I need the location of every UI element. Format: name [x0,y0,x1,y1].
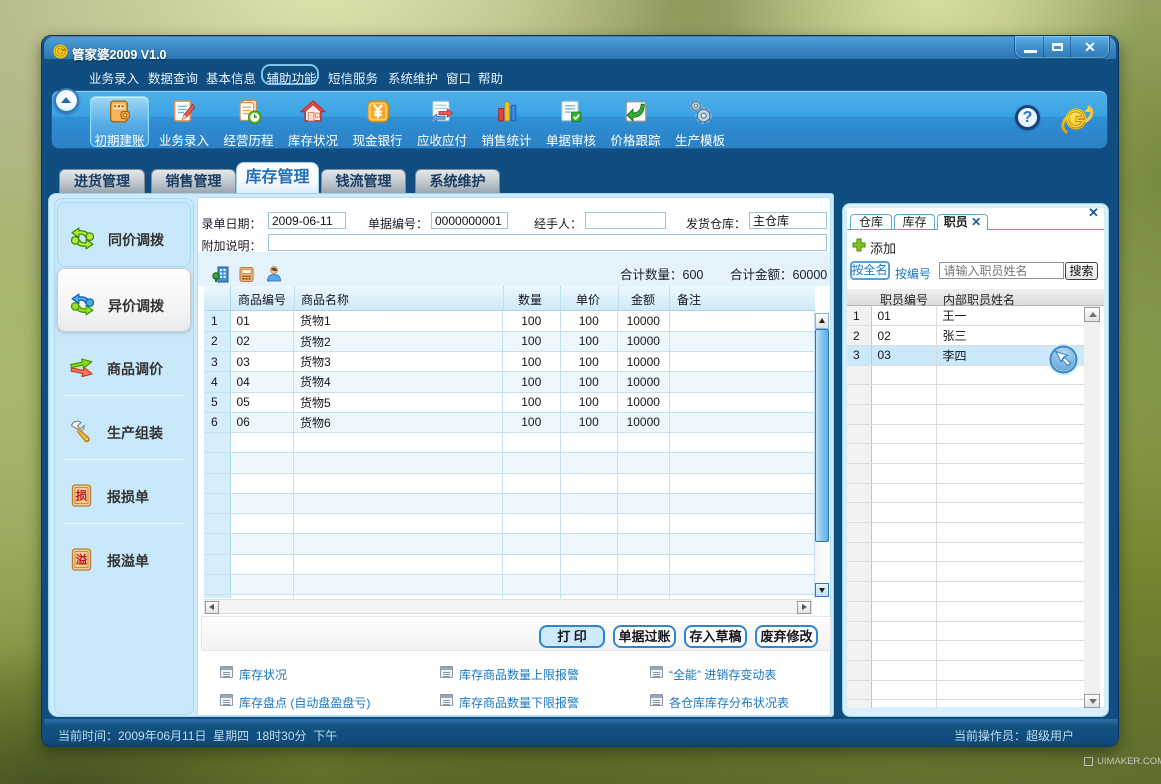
svg-text:损: 损 [76,489,88,503]
svg-text:溢: 溢 [76,553,88,567]
